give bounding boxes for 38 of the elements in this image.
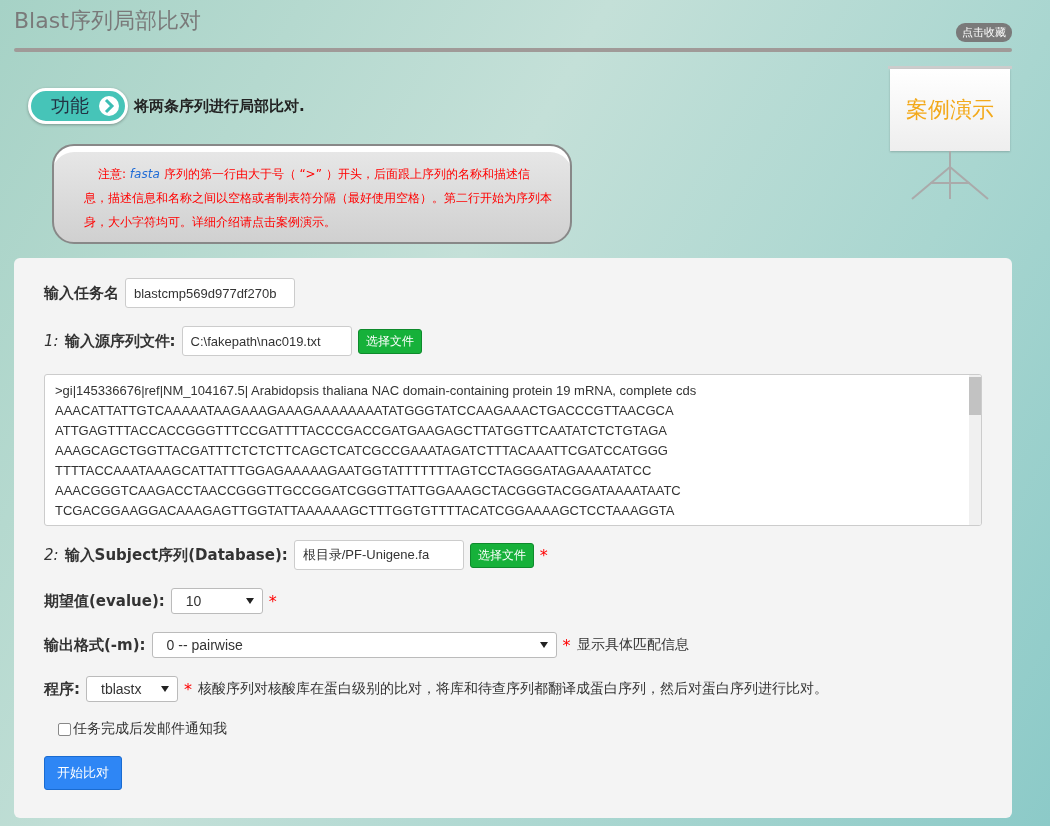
bookmark-button[interactable]: 点击收藏 <box>956 23 1012 42</box>
checkbox-label: 任务完成后发邮件通知我 <box>73 720 227 738</box>
evalue-select[interactable]: 10 <box>170 588 263 614</box>
submit-button[interactable]: 开始比对 <box>44 756 122 790</box>
required-mark: * <box>539 545 548 565</box>
function-description: 将两条序列进行局部比对. <box>134 96 305 116</box>
email-checkbox[interactable] <box>58 722 71 736</box>
field-label: 输入Subject序列(Database): <box>64 545 288 565</box>
sequence-line: TTTTACCAAATAAAGCATTATTTGGAGAAAAAGAATGGTATTTTTTTAGTCCTAGGGATAGAAAATATCC <box>55 462 653 480</box>
program-select[interactable]: tblastx <box>86 676 178 702</box>
step-number: 2: <box>44 546 59 564</box>
database-path-field[interactable]: 根目录/PF-Unigene.fa <box>293 540 464 570</box>
field-label: 程序: <box>44 679 80 699</box>
sequence-line: >gi|145336676|ref|NM_104167.5| Arabidopsis thaliana NAC domain-containing protein 19 mRNA, complete cds <box>55 382 698 400</box>
note-text: 注意: fasta 序列的第一行由大于号（ “>” ）开头，后面跟上序列的名称和描述信息，描述信息和名称之间以空格或者制表符分隔（最好使用空格）。第二行开始为序列本身，大小字符均可。详细介绍请点击案例演示。 <box>84 166 552 231</box>
sequence-line: ATTGAGTTTACCACCGGGTTTCCGATTTTACCCGACCGATGAAGAGCTTATGGTTCAATATCTCTGTAGA <box>55 422 668 440</box>
step-number: 1: <box>44 332 59 350</box>
field-label: 输出格式(-m): <box>44 635 146 655</box>
function-badge: 功能 <box>28 88 128 124</box>
required-mark: * <box>562 635 571 655</box>
task-name-field[interactable]: blastcmp569d977df270b <box>125 278 295 308</box>
output-format-select[interactable]: 0 -- pairwise <box>151 632 557 658</box>
sequence-textarea[interactable] <box>44 374 982 526</box>
file-path-field[interactable]: C:\fakepath\nac019.txt <box>181 326 352 356</box>
sequence-line: AAACATTATTGTCAAAAATAAGAAAGAAAGAAAAAAAATATGGGTATCCAAGAAACTGACCCGTTAACGCA <box>55 402 675 420</box>
chevron-icon <box>99 96 119 116</box>
sequence-line: AAAGCAGCTGGTTACGATTTCTCTCTTCAGCTCATCGCCGAAATAGATCTTTACAAATTCGATCCATGGG <box>55 442 669 460</box>
hint-text: 核酸序列对核酸库在蛋白级别的比对，将库和待查序列都翻译成蛋白序列，然后对蛋白序列进行比对。 <box>198 680 828 698</box>
scrollbar[interactable] <box>969 375 981 525</box>
field-label: 输入任务名 <box>44 283 119 303</box>
sequence-line: TCGACGGAAGGACAAAGAGTTGGTATTAAAAAAGCTTTGGTGTTTTACATCGGAAAAGCTCCTAAAGGTA <box>55 502 676 520</box>
required-mark: * <box>184 679 192 699</box>
field-label: 输入源序列文件: <box>64 331 176 351</box>
hint-text: 显示具体匹配信息 <box>576 636 689 654</box>
sequence-line: AAACGGGTCAAGACCTAACCGGGTTGCCGGATCGGGTTATTGGAAAGCTACGGGTACGGATAAAATAATC <box>55 482 682 500</box>
field-label: 期望值(evalue): <box>44 591 165 611</box>
required-mark: * <box>268 591 277 611</box>
page-title: Blast序列局部比对 <box>14 7 201 35</box>
